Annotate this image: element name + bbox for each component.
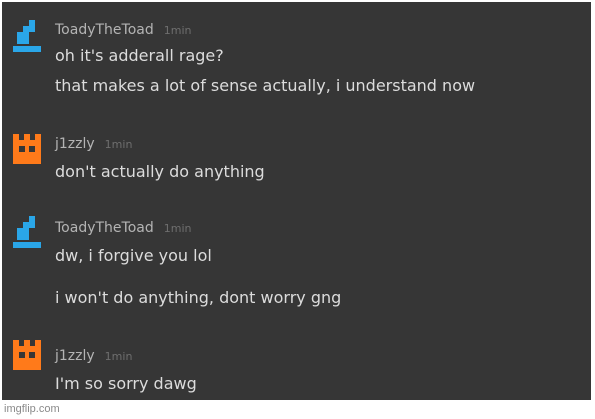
avatar[interactable] [9,18,45,58]
username[interactable]: j1zzly [55,348,95,364]
timestamp: 1min [104,350,133,363]
message-header: ToadyTheToad 1min [55,220,191,236]
message-header: j1zzly 1min [55,136,132,152]
username[interactable]: ToadyTheToad [55,22,154,38]
message-text: dw, i forgive you lol [55,246,212,265]
avatar[interactable] [9,336,45,376]
message-header: j1zzly 1min [55,348,132,364]
message-text: i won't do anything, dont worry gng [55,288,342,307]
message-text: that makes a lot of sense actually, i un… [55,76,476,95]
message-text: oh it's adderall rage? [55,46,224,65]
avatar[interactable] [9,214,45,254]
username[interactable]: ToadyTheToad [55,220,154,236]
screenshot-frame: ToadyTheToad 1min oh it's adderall rage?… [0,0,595,419]
message-text: I'm so sorry dawg [55,374,197,393]
timestamp: 1min [163,222,192,235]
chat-log: ToadyTheToad 1min oh it's adderall rage?… [2,2,591,400]
timestamp: 1min [163,24,192,37]
timestamp: 1min [104,138,133,151]
orange-crown-icon [13,340,41,370]
watermark: imgflip.com [4,403,60,415]
blue-toad-icon [13,216,41,248]
message-text: don't actually do anything [55,162,265,181]
orange-crown-icon [13,134,41,164]
avatar[interactable] [9,130,45,170]
username[interactable]: j1zzly [55,136,95,152]
blue-toad-icon [13,20,41,52]
message-header: ToadyTheToad 1min [55,22,191,38]
